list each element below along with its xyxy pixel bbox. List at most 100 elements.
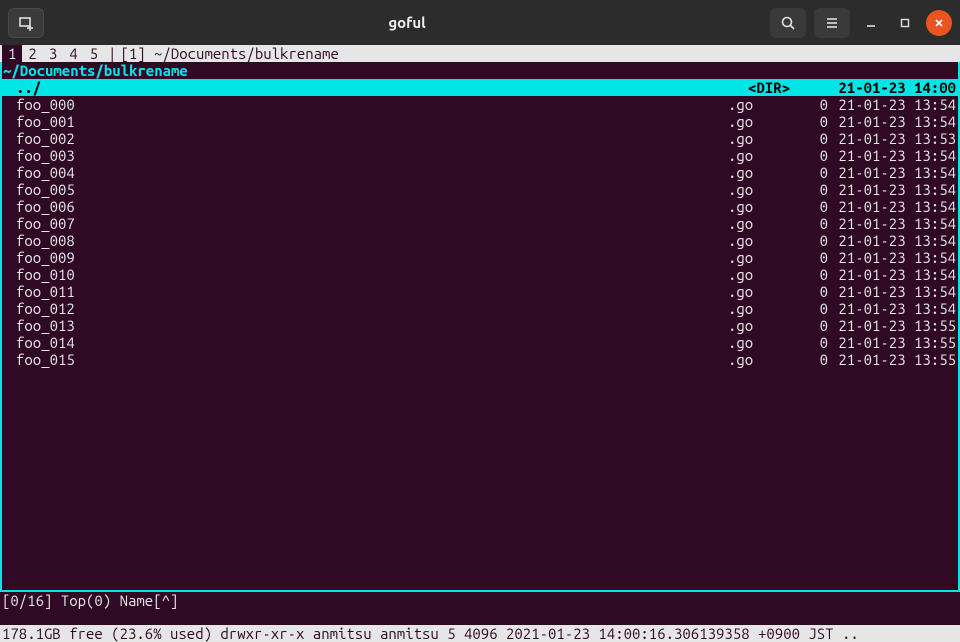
file-size: 0 <box>808 96 828 113</box>
new-tab-icon <box>18 15 34 31</box>
file-ext: .go <box>728 283 808 300</box>
file-name: foo_010 <box>16 266 728 283</box>
window-minimize-button[interactable] <box>858 10 884 36</box>
file-row[interactable]: foo_013.go021-01-23 13:55 <box>2 317 958 334</box>
file-size: 0 <box>808 351 828 368</box>
search-icon <box>780 15 796 31</box>
file-date: 21-01-23 13:54 <box>828 215 958 232</box>
file-date: 21-01-23 13:55 <box>828 351 958 368</box>
file-row[interactable]: foo_009.go021-01-23 13:54 <box>2 249 958 266</box>
workspace-tab-3[interactable]: 3 <box>43 45 63 62</box>
file-size: 0 <box>808 198 828 215</box>
file-row[interactable]: foo_002.go021-01-23 13:53 <box>2 130 958 147</box>
file-size: 0 <box>808 334 828 351</box>
file-date: 21-01-23 13:55 <box>828 334 958 351</box>
file-name: foo_009 <box>16 249 728 266</box>
close-icon <box>933 17 945 29</box>
file-name: foo_004 <box>16 164 728 181</box>
window-close-button[interactable] <box>926 10 952 36</box>
file-row[interactable]: foo_008.go021-01-23 13:54 <box>2 232 958 249</box>
file-ext: .go <box>728 266 808 283</box>
file-date: 21-01-23 13:54 <box>828 249 958 266</box>
file-date: 21-01-23 13:54 <box>828 266 958 283</box>
file-row[interactable]: foo_004.go021-01-23 13:54 <box>2 164 958 181</box>
file-row[interactable]: foo_001.go021-01-23 13:54 <box>2 113 958 130</box>
file-ext: .go <box>728 300 808 317</box>
file-row[interactable]: foo_015.go021-01-23 13:55 <box>2 351 958 368</box>
file-size: 0 <box>808 300 828 317</box>
file-ext: .go <box>728 181 808 198</box>
hamburger-icon <box>824 15 840 31</box>
tab-bar: 1 2 3 4 5 | [1] ~/Documents/bulkrename <box>0 45 960 62</box>
file-row[interactable]: foo_010.go021-01-23 13:54 <box>2 266 958 283</box>
file-date: 21-01-23 13:54 <box>828 232 958 249</box>
file-row[interactable]: foo_012.go021-01-23 13:54 <box>2 300 958 317</box>
file-date: 21-01-23 13:54 <box>828 96 958 113</box>
file-ext: .go <box>728 215 808 232</box>
file-name: foo_002 <box>16 130 728 147</box>
file-row[interactable]: foo_006.go021-01-23 13:54 <box>2 198 958 215</box>
file-ext: .go <box>728 147 808 164</box>
new-tab-button[interactable] <box>8 8 44 38</box>
file-name: foo_005 <box>16 181 728 198</box>
file-date: 21-01-23 13:54 <box>828 113 958 130</box>
parent-dir-date: 21-01-23 14:00 <box>828 79 958 96</box>
file-date: 21-01-23 13:54 <box>828 181 958 198</box>
file-name: foo_011 <box>16 283 728 300</box>
file-ext: .go <box>728 198 808 215</box>
window-maximize-button[interactable] <box>892 10 918 36</box>
file-name: foo_007 <box>16 215 728 232</box>
file-date: 21-01-23 13:54 <box>828 198 958 215</box>
current-path: ~/Documents/bulkrename <box>0 62 960 79</box>
file-ext: .go <box>728 351 808 368</box>
workspace-tab-4[interactable]: 4 <box>63 45 83 62</box>
file-size: 0 <box>808 249 828 266</box>
file-ext: .go <box>728 334 808 351</box>
file-ext: .go <box>728 164 808 181</box>
file-ext: .go <box>728 232 808 249</box>
file-date: 21-01-23 13:54 <box>828 164 958 181</box>
status-line-1: [0/16] Top(0) Name[^] <box>0 592 960 609</box>
dir-indicator: <DIR> <box>748 79 828 96</box>
file-date: 21-01-23 13:54 <box>828 147 958 164</box>
workspace-tab-5[interactable]: 5 <box>84 45 104 62</box>
file-size: 0 <box>808 266 828 283</box>
file-row[interactable]: foo_000.go021-01-23 13:54 <box>2 96 958 113</box>
file-size: 0 <box>808 317 828 334</box>
hamburger-menu-button[interactable] <box>814 8 850 38</box>
file-size: 0 <box>808 232 828 249</box>
parent-dir-row[interactable]: ../ <DIR> 21-01-23 14:00 <box>2 79 958 96</box>
file-size: 0 <box>808 164 828 181</box>
file-name: foo_000 <box>16 96 728 113</box>
file-date: 21-01-23 13:54 <box>828 283 958 300</box>
file-row[interactable]: foo_005.go021-01-23 13:54 <box>2 181 958 198</box>
workspace-tab-2[interactable]: 2 <box>22 45 42 62</box>
file-name: foo_012 <box>16 300 728 317</box>
status-line-2: 178.1GB free (23.6% used) drwxr-xr-x anm… <box>0 625 960 642</box>
file-ext: .go <box>728 113 808 130</box>
file-size: 0 <box>808 147 828 164</box>
file-row[interactable]: foo_014.go021-01-23 13:55 <box>2 334 958 351</box>
file-name: foo_001 <box>16 113 728 130</box>
file-date: 21-01-23 13:53 <box>828 130 958 147</box>
file-name: foo_015 <box>16 351 728 368</box>
file-size: 0 <box>808 130 828 147</box>
window-titlebar: goful <box>0 0 960 45</box>
file-date: 21-01-23 13:55 <box>828 317 958 334</box>
file-ext: .go <box>728 130 808 147</box>
window-title: goful <box>44 14 770 31</box>
file-size: 0 <box>808 181 828 198</box>
file-name: foo_006 <box>16 198 728 215</box>
file-list[interactable]: ../ <DIR> 21-01-23 14:00 foo_000.go021-0… <box>0 79 960 592</box>
file-size: 0 <box>808 215 828 232</box>
workspace-tab-1[interactable]: 1 <box>2 45 22 62</box>
file-ext: .go <box>728 317 808 334</box>
file-size: 0 <box>808 283 828 300</box>
search-button[interactable] <box>770 8 806 38</box>
file-row[interactable]: foo_003.go021-01-23 13:54 <box>2 147 958 164</box>
file-ext: .go <box>728 249 808 266</box>
parent-dir-name: ../ <box>16 79 748 96</box>
file-row[interactable]: foo_011.go021-01-23 13:54 <box>2 283 958 300</box>
file-row[interactable]: foo_007.go021-01-23 13:54 <box>2 215 958 232</box>
file-date: 21-01-23 13:54 <box>828 300 958 317</box>
